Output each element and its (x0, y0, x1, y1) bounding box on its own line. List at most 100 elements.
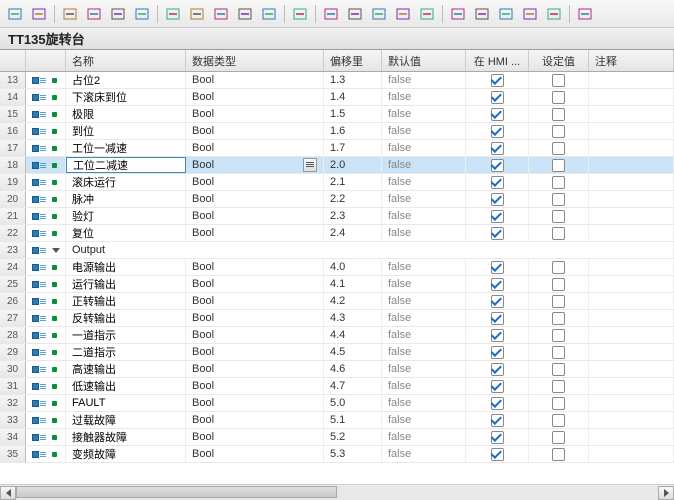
hmi-checkbox[interactable] (491, 278, 504, 291)
row-number[interactable]: 20 (0, 191, 26, 207)
table-row[interactable]: 25运行输出Bool4.1false (0, 276, 674, 293)
cell-offset[interactable]: 2.3 (324, 208, 382, 224)
set-checkbox[interactable] (552, 363, 565, 376)
cell-dtype[interactable]: Bool (186, 225, 324, 241)
row-number[interactable]: 34 (0, 429, 26, 445)
cell-dtype[interactable]: Bool (186, 276, 324, 292)
unlink-icon[interactable] (368, 3, 390, 25)
cell-name[interactable]: 到位 (66, 123, 186, 139)
cell-comment[interactable] (589, 293, 674, 309)
scroll-thumb[interactable] (16, 486, 337, 498)
table-row[interactable]: 24电源输出Bool4.0false (0, 259, 674, 276)
collapse-icon[interactable] (52, 248, 60, 253)
cell-default[interactable]: false (382, 191, 466, 207)
table-row[interactable]: 35变频故障Bool5.3false (0, 446, 674, 463)
header-hmi[interactable]: 在 HMI ... (466, 50, 529, 71)
set-checkbox[interactable] (552, 210, 565, 223)
set-checkbox[interactable] (552, 227, 565, 240)
cell-default[interactable]: false (382, 276, 466, 292)
row-number[interactable]: 25 (0, 276, 26, 292)
hmi-checkbox[interactable] (491, 329, 504, 342)
monitor-icon[interactable] (289, 3, 311, 25)
cell-offset[interactable]: 5.3 (324, 446, 382, 462)
cell-dtype[interactable]: Bool (186, 174, 324, 190)
hmi-checkbox[interactable] (491, 363, 504, 376)
cell-offset[interactable]: 5.1 (324, 412, 382, 428)
cell-default[interactable]: false (382, 310, 466, 326)
row-number[interactable]: 28 (0, 327, 26, 343)
table-row[interactable]: 22复位Bool2.4false (0, 225, 674, 242)
cell-comment[interactable] (589, 446, 674, 462)
row-number[interactable]: 14 (0, 89, 26, 105)
cell-comment[interactable] (589, 89, 674, 105)
hmi-checkbox[interactable] (491, 159, 504, 172)
row-number[interactable]: 15 (0, 106, 26, 122)
horizontal-scrollbar[interactable] (0, 484, 674, 500)
cell-name[interactable]: 过载故障 (66, 412, 186, 428)
cell-name[interactable]: 正转输出 (66, 293, 186, 309)
dtype-dropdown-button[interactable] (303, 158, 317, 172)
filter-icon[interactable] (495, 3, 517, 25)
cell-comment[interactable] (589, 140, 674, 156)
set-checkbox[interactable] (552, 176, 565, 189)
row-number[interactable]: 13 (0, 72, 26, 88)
cell-dtype[interactable]: Bool (186, 361, 324, 377)
hmi-checkbox[interactable] (491, 176, 504, 189)
table-row[interactable]: 26正转输出Bool4.2false (0, 293, 674, 310)
row-number[interactable]: 19 (0, 174, 26, 190)
table-row[interactable]: 16到位Bool1.6false (0, 123, 674, 140)
list-icon[interactable] (107, 3, 129, 25)
table-row[interactable]: 18工位二减速Bool2.0false (0, 157, 674, 174)
set-checkbox[interactable] (552, 380, 565, 393)
table-row[interactable]: 14下滚床到位Bool1.4false (0, 89, 674, 106)
hmi-checkbox[interactable] (491, 414, 504, 427)
tag-a-icon[interactable] (447, 3, 469, 25)
set-checkbox[interactable] (552, 142, 565, 155)
table-row[interactable]: 17工位一减速Bool1.7false (0, 140, 674, 157)
grid-body[interactable]: 13占位2Bool1.3false14下滚床到位Bool1.4false15极限… (0, 72, 674, 464)
cell-dtype[interactable]: Bool (186, 208, 324, 224)
table-row[interactable]: 19滚床运行Bool2.1false (0, 174, 674, 191)
hmi-checkbox[interactable] (491, 431, 504, 444)
cell-default[interactable]: false (382, 89, 466, 105)
cell-offset[interactable]: 1.3 (324, 72, 382, 88)
table-row[interactable]: 23Output (0, 242, 674, 259)
table-row[interactable]: 13占位2Bool1.3false (0, 72, 674, 89)
set-checkbox[interactable] (552, 295, 565, 308)
cell-comment[interactable] (589, 72, 674, 88)
cell-comment[interactable] (589, 429, 674, 445)
header-dtype[interactable]: 数据类型 (186, 50, 324, 71)
table-row[interactable]: 32FAULTBool5.0false (0, 395, 674, 412)
row-number[interactable]: 27 (0, 310, 26, 326)
protect-icon[interactable] (258, 3, 280, 25)
cell-name[interactable]: 一道指示 (66, 327, 186, 343)
set-checkbox[interactable] (552, 414, 565, 427)
hmi-checkbox[interactable] (491, 261, 504, 274)
expand-icon[interactable] (59, 3, 81, 25)
cell-name[interactable]: 电源输出 (66, 259, 186, 275)
cell-name[interactable]: 脉冲 (66, 191, 186, 207)
cell-default[interactable]: false (382, 140, 466, 156)
refresh-icon[interactable] (320, 3, 342, 25)
cell-comment[interactable] (589, 310, 674, 326)
cell-offset[interactable]: 2.1 (324, 174, 382, 190)
cell-comment[interactable] (589, 225, 674, 241)
set-checkbox[interactable] (552, 278, 565, 291)
table-row[interactable]: 30高速输出Bool4.6false (0, 361, 674, 378)
cell-dtype[interactable]: Bool (186, 378, 324, 394)
cell-dtype[interactable]: Bool (186, 395, 324, 411)
cell-name[interactable]: 变频故障 (66, 446, 186, 462)
row-number[interactable]: 29 (0, 344, 26, 360)
cell-comment[interactable] (589, 106, 674, 122)
cell-dtype[interactable]: Bool (186, 327, 324, 343)
collapse-icon[interactable] (83, 3, 105, 25)
row-number[interactable]: 26 (0, 293, 26, 309)
scroll-track[interactable] (16, 486, 658, 500)
cell-name[interactable]: 下滚床到位 (66, 89, 186, 105)
hmi-checkbox[interactable] (491, 210, 504, 223)
header-comment[interactable]: 注释 (589, 50, 674, 71)
cell-offset[interactable]: 5.0 (324, 395, 382, 411)
indent-icon[interactable] (210, 3, 232, 25)
hmi-checkbox[interactable] (491, 125, 504, 138)
cell-comment[interactable] (589, 395, 674, 411)
